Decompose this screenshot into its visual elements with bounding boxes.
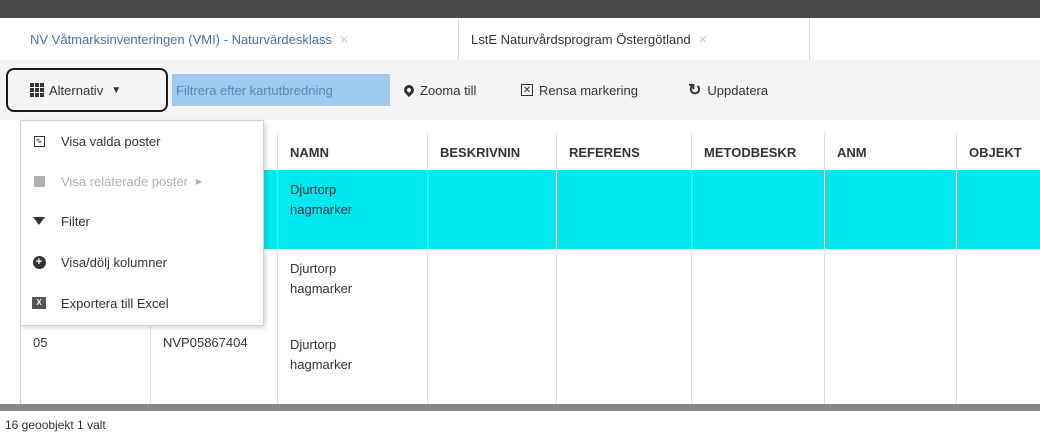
menu-item-export-excel[interactable]: X Exportera till Excel (21, 283, 263, 323)
alternativ-label: Alternativ (49, 82, 104, 98)
menu-item-label: Visa/dölj kolumner (61, 254, 167, 270)
column-header[interactable]: ANM (825, 132, 957, 170)
clear-selection-button[interactable]: ✕ Rensa markering (521, 60, 638, 120)
related-records-icon (29, 173, 49, 189)
filter-by-extent-label: Filtrera efter kartutbredning (176, 82, 333, 98)
name-line: Djurtorp (290, 337, 337, 352)
tab-vmi-label: NV Våtmarksinventeringen (VMI) - Naturvä… (30, 32, 332, 47)
submenu-arrow-icon: ▶ (195, 176, 203, 186)
table-cell (428, 249, 557, 325)
table-cell: NVP05867404 (151, 325, 278, 404)
filter-by-extent-button[interactable]: Filtrera efter kartutbredning (172, 74, 390, 106)
table-cell (428, 170, 557, 249)
table-cell (692, 170, 825, 249)
menu-item-label: Filter (61, 213, 90, 229)
menu-item-label: Visa valda poster (61, 133, 161, 149)
zoom-to-button[interactable]: Zooma till (401, 60, 477, 120)
app-top-bar (0, 0, 1040, 18)
table-cell-name: Djurtorp hagmarker (278, 325, 428, 404)
table-row[interactable]: 05 NVP05867404 Djurtorp hagmarker (21, 325, 1040, 404)
name-line: hagmarker (290, 281, 353, 296)
table-cell (825, 170, 957, 249)
menu-item-label: Visa relaterade poster (61, 173, 188, 189)
pin-icon: ✎ (29, 133, 49, 149)
zoom-to-label: Zooma till (420, 82, 477, 98)
layer-tabs: NV Våtmarksinventeringen (VMI) - Naturvä… (0, 18, 1040, 61)
refresh-label: Uppdatera (707, 82, 769, 98)
menu-item-show-selected[interactable]: ✎ Visa valda poster (21, 121, 263, 161)
plus-circle-icon: + (29, 254, 49, 270)
column-header[interactable]: NAMN (278, 132, 428, 170)
close-icon[interactable]: × (699, 31, 707, 47)
tab-naturvardsprogram-label: LstE Naturvårdsprogram Östergötland (471, 32, 691, 47)
table-cell-name: Djurtorp hagmarker (278, 249, 428, 325)
table-cell (692, 249, 825, 325)
alternativ-dropdown-menu: ✎ Visa valda poster Visa relaterade post… (20, 120, 264, 326)
attribute-table-toolbar: Alternativ ▼ Filtrera efter kartutbredni… (0, 60, 1040, 120)
funnel-icon (29, 213, 49, 229)
name-line: Djurtorp (290, 182, 337, 197)
tab-vmi[interactable]: NV Våtmarksinventeringen (VMI) - Naturvä… (18, 18, 463, 60)
refresh-icon: ↻ (688, 82, 702, 99)
horizontal-scrollbar[interactable] (0, 404, 1040, 411)
table-cell (692, 325, 825, 404)
clear-box-icon: ✕ (521, 84, 533, 96)
tab-naturvardsprogram[interactable]: LstE Naturvårdsprogram Östergötland × (458, 18, 810, 60)
table-cell: 05 (21, 325, 151, 404)
alternativ-button[interactable]: Alternativ ▼ (6, 68, 168, 112)
table-cell (825, 249, 957, 325)
table-cell (428, 325, 557, 404)
name-line: hagmarker (290, 202, 353, 217)
caret-down-icon: ▼ (111, 84, 122, 96)
name-line: hagmarker (290, 357, 353, 372)
column-header[interactable]: REFERENS (557, 132, 692, 170)
menu-item-show-hide-columns[interactable]: + Visa/dölj kolumner (21, 242, 263, 282)
column-header[interactable]: METODBESKR (692, 132, 825, 170)
table-cell (957, 249, 1040, 325)
table-cell (557, 325, 692, 404)
column-header[interactable]: BESKRIVNIN (428, 132, 557, 170)
column-header[interactable]: OBJEKT (957, 132, 1040, 170)
location-pin-icon (401, 82, 417, 98)
refresh-button[interactable]: ↻ Uppdatera (688, 60, 768, 120)
close-icon[interactable]: × (340, 31, 348, 47)
menu-item-filter[interactable]: Filter (21, 201, 263, 241)
table-cell (557, 249, 692, 325)
table-cell-name: Djurtorp hagmarker (278, 170, 428, 249)
table-cell (825, 325, 957, 404)
clear-selection-label: Rensa markering (539, 82, 638, 98)
menu-item-label: Exportera till Excel (61, 295, 169, 311)
menu-item-show-related[interactable]: Visa relaterade poster ▶ (21, 161, 263, 201)
name-line: Djurtorp (290, 261, 337, 276)
excel-icon: X (29, 295, 49, 311)
status-text: 16 geoobjekt 1 valt (5, 418, 106, 432)
table-cell (957, 325, 1040, 404)
table-cell (557, 170, 692, 249)
table-cell (957, 170, 1040, 249)
grid-icon (30, 83, 44, 97)
